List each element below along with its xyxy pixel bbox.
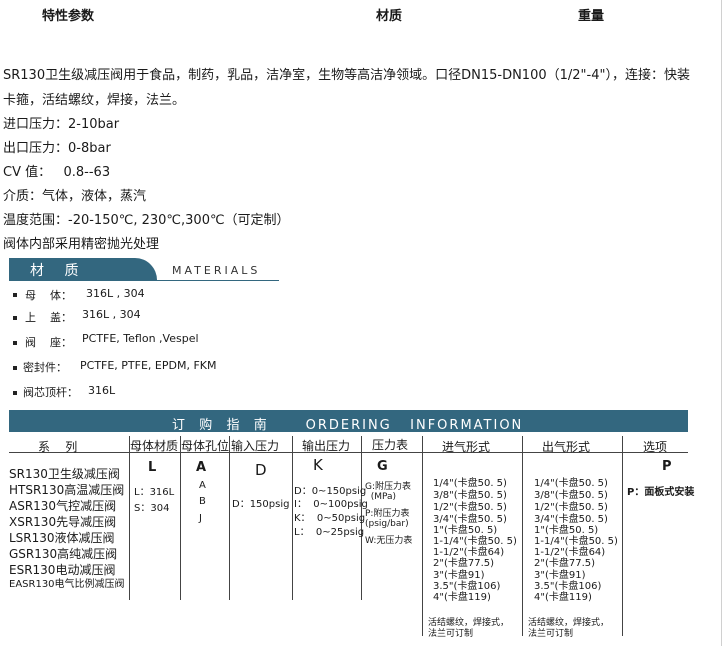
body-material-item: S：304 xyxy=(134,503,170,514)
inlet-pressure-item: D：150psig xyxy=(232,499,290,510)
outlet-pressure-text: 出口压力：0-8bar xyxy=(3,141,111,156)
outlet-pressure-item: K： 0~50psig xyxy=(294,513,366,524)
material-value-seal: PCTFE, PTFE, EPDM, FKM xyxy=(80,359,217,372)
bullet-icon xyxy=(13,366,17,370)
materials-underline xyxy=(9,280,279,281)
divider xyxy=(129,436,130,600)
divider xyxy=(622,436,623,636)
divider xyxy=(229,436,230,600)
series-item: XSR130先导减压阀 xyxy=(9,515,117,529)
col-gauge-header: 压力表 xyxy=(372,438,409,452)
body-material-code: L xyxy=(148,460,157,475)
col-outlet-form-header: 出气形式 xyxy=(542,440,591,454)
gauge-item: (psig/bar) xyxy=(365,519,409,529)
body-orifice-item: B xyxy=(199,496,206,507)
bullet-icon xyxy=(13,293,17,297)
material-value-body: 316L , 304 xyxy=(86,287,145,300)
outlet-pressure-item: L： 0~25psig xyxy=(294,527,365,538)
outlet-pressure-code: K xyxy=(313,456,323,474)
header-specs: 特性参数 xyxy=(42,9,95,24)
body-orifice-code: A xyxy=(196,460,207,475)
col-inlet-pressure-header: 输入压力 xyxy=(231,439,280,453)
options-code: P xyxy=(662,459,672,474)
material-value-seat: PCTFE, Teflon ,Vespel xyxy=(82,332,199,345)
intro-line-2: 卡箍，活结螺纹，焊接，法兰。 xyxy=(3,93,186,108)
col-outlet-pressure-header: 输出压力 xyxy=(302,439,351,453)
series-item: HTSR130高温减压阀 xyxy=(9,483,125,497)
body-material-item: L：316L xyxy=(134,487,175,498)
bullet-icon xyxy=(13,316,17,320)
col-options-header: 选项 xyxy=(643,440,668,454)
material-value-stem: 316L xyxy=(88,384,116,397)
body-orifice-item: A xyxy=(199,480,206,491)
outlet-pressure-item: I： 0~100psig xyxy=(294,499,368,510)
material-label-body: 母 体： xyxy=(25,289,72,302)
divider xyxy=(292,436,293,600)
header-weight: 重量 xyxy=(578,9,605,24)
series-item: SR130卫生级减压阀 xyxy=(9,467,120,481)
material-label-stem: 阀芯顶杆： xyxy=(23,386,78,399)
inlet-form-item: 4"(卡盘119) xyxy=(433,592,491,603)
materials-title-en: MATERIALS xyxy=(172,264,261,277)
col-inlet-form-header: 进气形式 xyxy=(442,440,491,454)
medium-text: 介质：气体，液体，蒸汽 xyxy=(3,189,147,204)
intro-line-1: SR130卫生级减压阀用于食品，制药，乳品，洁净室，生物等高洁净领域。口径DN1… xyxy=(3,68,690,83)
bullet-icon xyxy=(13,391,17,395)
ordering-title: 订 购 指 南 ORDERING INFORMATION xyxy=(172,418,524,433)
material-value-cover: 316L , 304 xyxy=(82,308,141,321)
gauge-item: G:附压力表 xyxy=(365,482,412,492)
inlet-pressure-code: D xyxy=(255,461,267,479)
outlet-form-note: 法兰可订制 xyxy=(528,629,574,639)
header-material: 材质 xyxy=(376,9,403,24)
gauge-item: (MPa) xyxy=(365,492,397,502)
col-series-header: 系 列 xyxy=(38,440,78,454)
page-right-border xyxy=(721,0,722,646)
material-label-seal: 密封件： xyxy=(23,361,67,374)
divider xyxy=(422,436,423,636)
bullet-icon xyxy=(13,341,17,345)
materials-title: 材 质 xyxy=(30,263,87,279)
material-label-cover: 上 盖： xyxy=(25,311,72,324)
gauge-code: G xyxy=(377,459,388,474)
series-item: GSR130高纯减压阀 xyxy=(9,547,118,561)
series-item: LSR130液体减压阀 xyxy=(9,531,115,545)
body-orifice-item: J xyxy=(199,513,202,524)
outlet-form-item: 4"(卡盘119) xyxy=(534,592,592,603)
col-body-material-header: 母体材质 xyxy=(130,439,179,453)
inlet-pressure-text: 进口压力：2-10bar xyxy=(3,117,120,132)
gauge-item: W:无压力表 xyxy=(365,536,413,546)
col-body-orifice-header: 母体孔位 xyxy=(181,439,230,453)
inlet-form-note: 法兰可订制 xyxy=(428,629,474,639)
series-item: EASR130电气比例减压阀 xyxy=(9,579,125,590)
divider xyxy=(180,436,181,600)
divider xyxy=(522,436,523,636)
gauge-item: P:附压力表 xyxy=(365,509,410,519)
temperature-text: 温度范围：-20-150℃, 230℃,300℃（可定制） xyxy=(3,213,290,228)
cv-text: CV 值： 0.8--63 xyxy=(3,165,111,180)
series-item: ASR130气控减压阀 xyxy=(9,499,117,513)
options-item: P：面板式安装 xyxy=(627,487,695,498)
material-label-seat: 阀 座： xyxy=(25,336,72,349)
polish-text: 阀体内部采用精密抛光处理 xyxy=(3,237,160,252)
